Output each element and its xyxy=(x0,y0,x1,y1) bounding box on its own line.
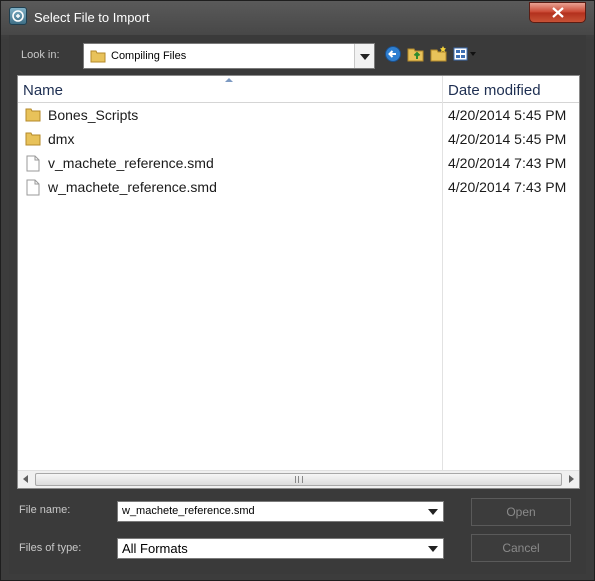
file-list[interactable]: Name Date modified Bones_Scripts 4/20/20… xyxy=(17,75,580,489)
column-header: Name Date modified xyxy=(18,76,579,103)
file-name: w_machete_reference.smd xyxy=(48,179,217,195)
folder-icon xyxy=(90,50,106,63)
new-folder-icon[interactable] xyxy=(430,45,448,63)
file-date: 4/20/2014 7:43 PM xyxy=(448,179,567,195)
file-name: dmx xyxy=(48,131,75,147)
file-name-combo[interactable]: w_machete_reference.smd xyxy=(117,501,444,522)
files-of-type-label: Files of type: xyxy=(19,542,82,554)
app-icon xyxy=(9,7,27,25)
horizontal-scrollbar[interactable] xyxy=(18,470,579,488)
chevron-down-icon[interactable] xyxy=(354,44,374,68)
document-icon xyxy=(26,155,40,172)
close-icon xyxy=(552,7,564,18)
title-bar[interactable]: Select File to Import xyxy=(1,1,594,35)
files-of-type-select[interactable]: All Formats xyxy=(117,538,444,559)
column-name-header[interactable]: Name xyxy=(23,82,63,99)
scroll-left-icon[interactable] xyxy=(23,475,28,483)
file-date: 4/20/2014 5:45 PM xyxy=(448,131,567,147)
file-name: v_machete_reference.smd xyxy=(48,155,214,171)
folder-icon xyxy=(25,132,41,146)
cancel-button[interactable]: Cancel xyxy=(471,534,571,562)
column-date-header[interactable]: Date modified xyxy=(448,82,541,99)
files-of-type-value: All Formats xyxy=(122,541,188,556)
folder-icon xyxy=(25,108,41,122)
scrollbar-thumb[interactable] xyxy=(35,473,562,486)
file-name: Bones_Scripts xyxy=(48,107,139,123)
chevron-down-icon[interactable] xyxy=(428,546,438,552)
list-item[interactable]: w_machete_reference.smd 4/20/2014 7:43 P… xyxy=(18,175,579,199)
file-name-label: File name: xyxy=(19,504,71,516)
up-folder-icon[interactable] xyxy=(407,45,425,63)
grip-icon xyxy=(295,476,303,483)
close-button[interactable] xyxy=(529,2,586,23)
list-item[interactable]: dmx 4/20/2014 5:45 PM xyxy=(18,127,579,151)
file-date: 4/20/2014 7:43 PM xyxy=(448,155,567,171)
view-menu-icon[interactable] xyxy=(453,45,479,63)
scroll-right-icon[interactable] xyxy=(569,475,574,483)
file-date: 4/20/2014 5:45 PM xyxy=(448,107,567,123)
chevron-down-icon[interactable] xyxy=(428,509,438,515)
dialog-title: Select File to Import xyxy=(34,10,150,25)
look-in-value: Compiling Files xyxy=(111,50,187,62)
look-in-combo[interactable]: Compiling Files xyxy=(83,43,375,69)
file-name-value: w_machete_reference.smd xyxy=(122,505,255,517)
list-item[interactable]: Bones_Scripts 4/20/2014 5:45 PM xyxy=(18,103,579,127)
list-item[interactable]: v_machete_reference.smd 4/20/2014 7:43 P… xyxy=(18,151,579,175)
document-icon xyxy=(26,179,40,196)
import-dialog: Select File to Import Look in: Compiling… xyxy=(0,0,595,581)
look-in-label: Look in: xyxy=(21,49,60,61)
open-button[interactable]: Open xyxy=(471,498,571,526)
back-icon[interactable] xyxy=(384,45,402,63)
dialog-body: Look in: Compiling Files Name Date modif… xyxy=(9,35,586,574)
sort-ascending-icon xyxy=(225,78,233,82)
